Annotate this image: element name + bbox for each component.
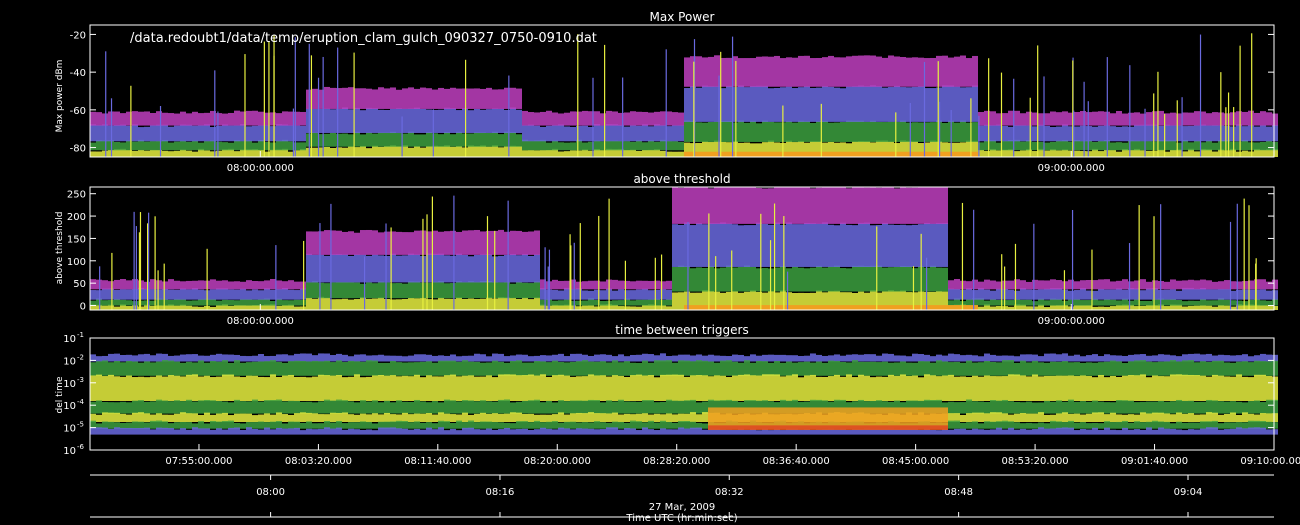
ylabel-max-power: Max power dBm bbox=[55, 60, 65, 133]
y-tick-label: 150 bbox=[67, 234, 86, 245]
ylabel-above-threshold: above threshold bbox=[55, 212, 65, 285]
y-tick-label: 10 bbox=[63, 356, 76, 367]
x-tick-label: 09:00:00.000 bbox=[1038, 316, 1105, 327]
x-tick-label: 08:03:20.000 bbox=[285, 456, 352, 467]
y-tick-label: -40 bbox=[70, 68, 86, 79]
file-path-label: /data.redoubt1/data/temp/eruption_clam_g… bbox=[130, 31, 597, 46]
panel-title-above-threshold: above threshold bbox=[633, 172, 730, 186]
x-tick-label: 08:53:20.000 bbox=[1001, 456, 1068, 467]
y-tick-label: 50 bbox=[73, 279, 86, 290]
y-tick-exponent: -2 bbox=[77, 353, 84, 361]
x-tick-label: 08:20:00.000 bbox=[524, 456, 591, 467]
x-tick-label: 08:00:00.000 bbox=[227, 163, 294, 174]
heatmap-area bbox=[90, 353, 1278, 435]
panel-1: -20 -40 -60 -80 08:00:00.000 09:00:00.000 bbox=[70, 24, 1278, 174]
y-tick-label: 250 bbox=[67, 190, 86, 201]
y-tick-label: 10 bbox=[63, 446, 76, 457]
secondary-tick-label: 09:04 bbox=[1174, 487, 1203, 498]
x-tick-label: 08:11:40.000 bbox=[404, 456, 471, 467]
y-tick-exponent: -1 bbox=[77, 331, 84, 339]
panel-title-time-between-triggers: time between triggers bbox=[615, 323, 748, 337]
secondary-tick-label: 08:32 bbox=[715, 487, 744, 498]
time-axis-title: Time UTC (hr:min:sec) bbox=[625, 513, 737, 524]
y-tick-label: 10 bbox=[63, 379, 76, 390]
secondary-tick-label: 08:48 bbox=[944, 487, 973, 498]
x-tick-label: 09:01:40.000 bbox=[1121, 456, 1188, 467]
y-tick-label: 10 bbox=[63, 424, 76, 435]
figure: -20-40-60-8008:00:00.000 09:00:00.0002502… bbox=[55, 10, 1300, 524]
x-tick-label: 08:45:00.000 bbox=[882, 456, 949, 467]
x-tick-label: 08:36:40.000 bbox=[763, 456, 830, 467]
y-tick-exponent: -6 bbox=[77, 443, 85, 451]
y-tick-label: -60 bbox=[70, 106, 86, 117]
secondary-tick-label: 08:00 bbox=[256, 487, 285, 498]
y-tick-label: 100 bbox=[67, 257, 86, 268]
x-tick-label: 09:10:00.000 bbox=[1240, 456, 1300, 467]
heatmap-area bbox=[90, 187, 1278, 310]
panel-3: 10 -110 -210 -310 -410 -510 -607:55:00.000 08:0… bbox=[63, 331, 1300, 518]
x-tick-label: 08:00:00.000 bbox=[227, 316, 294, 327]
x-tick-label: 07:55:00.000 bbox=[165, 456, 232, 467]
panel-title-max-power: Max Power bbox=[650, 10, 715, 24]
ylabel-del-time: del time bbox=[55, 376, 65, 413]
y-tick-label: 0 bbox=[80, 302, 86, 313]
y-tick-label: 200 bbox=[67, 212, 86, 223]
heatmap-area bbox=[90, 33, 1278, 157]
x-tick-label: 09:00:00.000 bbox=[1038, 163, 1105, 174]
y-tick-exponent: -4 bbox=[77, 398, 85, 406]
y-tick-label: 10 bbox=[63, 401, 76, 412]
y-tick-exponent: -3 bbox=[77, 376, 84, 384]
secondary-tick-label: 08:16 bbox=[486, 487, 515, 498]
y-tick-exponent: -5 bbox=[77, 421, 84, 429]
date-label: 27 Mar, 2009 bbox=[649, 502, 716, 513]
y-tick-label: -80 bbox=[70, 144, 86, 155]
y-tick-label: 10 bbox=[63, 334, 76, 345]
panel-2: 250 200 150 100 50 0 08:00:00.000 09:00:00.000 bbox=[67, 186, 1278, 327]
x-tick-label: 08:28:20.000 bbox=[643, 456, 710, 467]
y-tick-label: -20 bbox=[70, 30, 86, 41]
